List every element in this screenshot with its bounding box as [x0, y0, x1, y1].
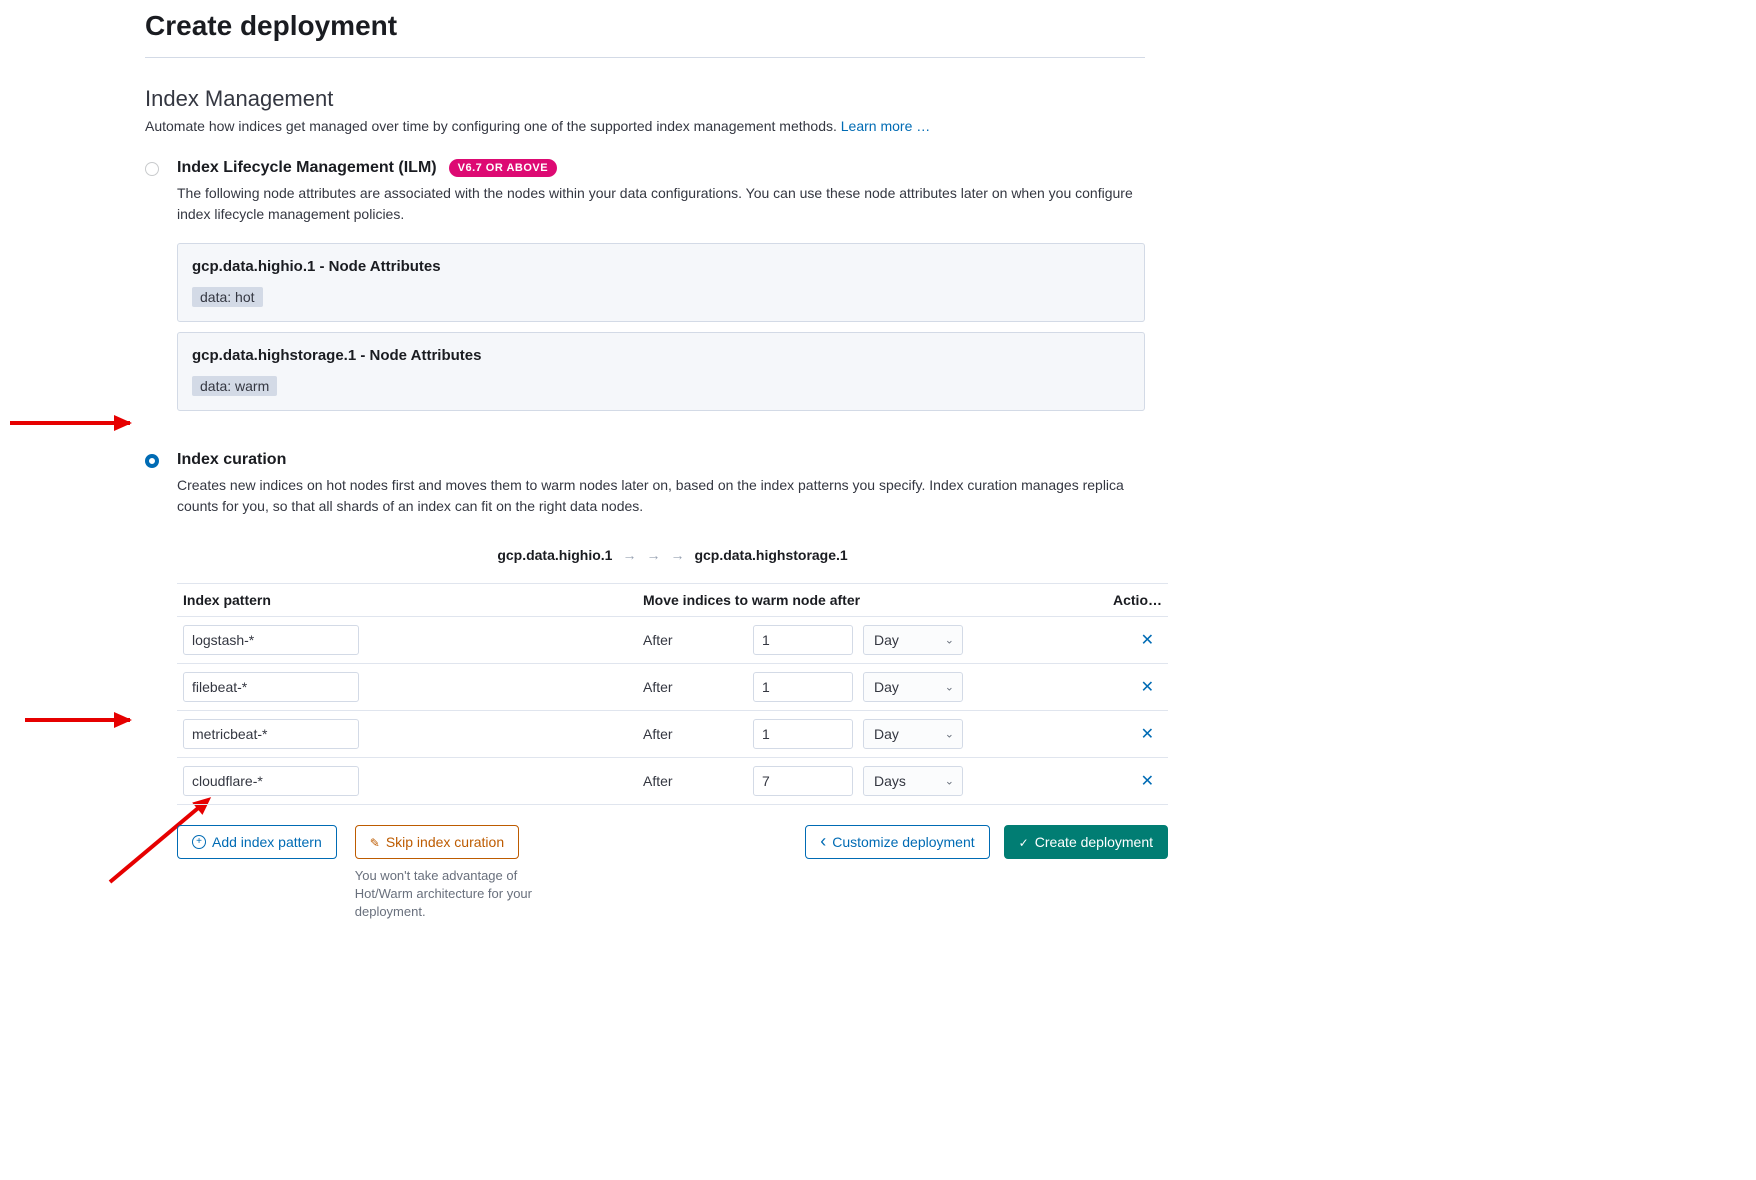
ilm-title: Index Lifecycle Management (ILM)	[177, 159, 437, 177]
pattern-input[interactable]	[183, 672, 359, 702]
create-label: Create deployment	[1035, 834, 1153, 850]
unit-select[interactable]: Days	[863, 766, 963, 796]
node-attr-chip: data: warm	[192, 376, 277, 396]
delete-row-button[interactable]: ✕	[1133, 720, 1162, 748]
node-attr-chip: data: hot	[192, 287, 263, 307]
page-title: Create deployment	[145, 10, 1145, 58]
curation-title: Index curation	[177, 451, 286, 469]
create-deployment-button[interactable]: Create deployment	[1004, 825, 1168, 859]
learn-more-link[interactable]: Learn more …	[841, 118, 930, 134]
plus-circle-icon: +	[192, 835, 206, 849]
after-label: After	[643, 773, 743, 789]
annotation-arrow	[25, 718, 130, 722]
chevron-left-icon	[820, 834, 826, 850]
skip-label: Skip index curation	[386, 834, 504, 850]
quantity-input[interactable]	[753, 719, 853, 749]
after-label: After	[643, 632, 743, 648]
table-row: After Days ⌄ ✕	[177, 758, 1168, 805]
table-row: After Day ⌄ ✕	[177, 664, 1168, 711]
flow-from: gcp.data.highio.1	[497, 547, 612, 563]
node-attr-card: gcp.data.highstorage.1 - Node Attributes…	[177, 332, 1145, 411]
curation-description: Creates new indices on hot nodes first a…	[177, 475, 1168, 517]
subtitle-text: Automate how indices get managed over ti…	[145, 118, 841, 134]
node-attr-title: gcp.data.highio.1 - Node Attributes	[192, 258, 1130, 275]
add-index-pattern-button[interactable]: + Add index pattern	[177, 825, 337, 859]
skip-help-text: You won't take advantage of Hot/Warm arc…	[355, 867, 535, 922]
unit-select[interactable]: Day	[863, 625, 963, 655]
radio-curation[interactable]	[145, 454, 159, 468]
delete-row-button[interactable]: ✕	[1133, 626, 1162, 654]
arrow-right-icon: →	[670, 547, 684, 563]
arrow-right-icon: →	[646, 547, 660, 563]
arrow-right-icon: →	[622, 547, 636, 563]
delete-row-button[interactable]: ✕	[1133, 767, 1162, 795]
pattern-input[interactable]	[183, 625, 359, 655]
after-label: After	[643, 679, 743, 695]
skip-index-curation-button[interactable]: Skip index curation	[355, 825, 519, 859]
table-row: After Day ⌄ ✕	[177, 617, 1168, 664]
column-header-pattern: Index pattern	[183, 592, 643, 608]
column-header-move: Move indices to warm node after	[643, 592, 1113, 608]
flow-to: gcp.data.highstorage.1	[694, 547, 847, 563]
customize-deployment-button[interactable]: Customize deployment	[805, 825, 989, 859]
add-index-pattern-label: Add index pattern	[212, 834, 322, 850]
quantity-input[interactable]	[753, 625, 853, 655]
eraser-icon	[370, 834, 380, 850]
radio-ilm[interactable]	[145, 162, 159, 176]
quantity-input[interactable]	[753, 672, 853, 702]
table-row: After Day ⌄ ✕	[177, 711, 1168, 758]
column-header-actions: Actio…	[1113, 592, 1162, 608]
delete-row-button[interactable]: ✕	[1133, 673, 1162, 701]
node-attr-card: gcp.data.highio.1 - Node Attributes data…	[177, 243, 1145, 322]
ilm-badge: V6.7 OR ABOVE	[449, 159, 557, 177]
unit-select[interactable]: Day	[863, 719, 963, 749]
pattern-input[interactable]	[183, 719, 359, 749]
customize-label: Customize deployment	[832, 834, 974, 850]
after-label: After	[643, 726, 743, 742]
index-management-heading: Index Management	[145, 86, 1145, 112]
pattern-input[interactable]	[183, 766, 359, 796]
node-attr-title: gcp.data.highstorage.1 - Node Attributes	[192, 347, 1130, 364]
annotation-arrow	[10, 421, 130, 425]
index-management-subtitle: Automate how indices get managed over ti…	[145, 118, 1145, 134]
check-icon	[1019, 834, 1029, 850]
quantity-input[interactable]	[753, 766, 853, 796]
unit-select[interactable]: Day	[863, 672, 963, 702]
ilm-description: The following node attributes are associ…	[177, 183, 1145, 225]
